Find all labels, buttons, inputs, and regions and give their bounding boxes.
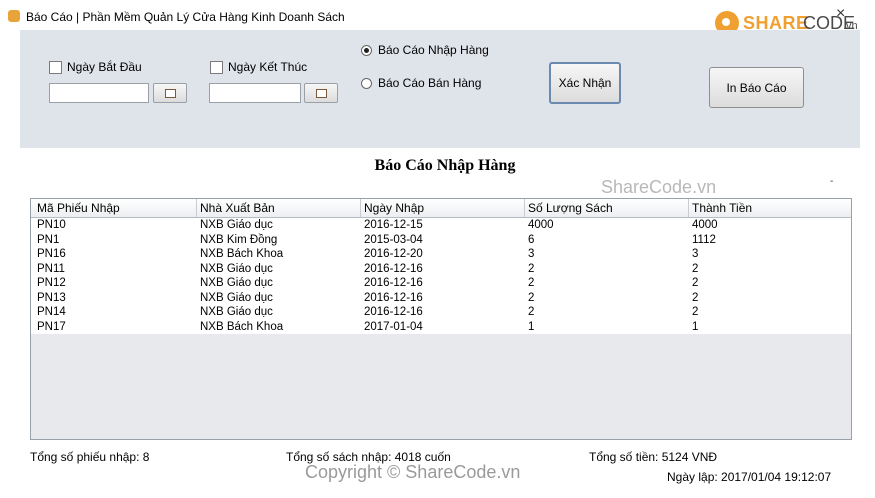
column-divider[interactable] [524, 199, 525, 217]
table-row[interactable]: PN14 NXB Giáo dục 2016-12-16 2 2 [31, 305, 851, 320]
cell-receipt-id: PN10 [37, 219, 66, 231]
close-icon[interactable]: × [836, 5, 845, 23]
radio-sales-report[interactable]: Báo Cáo Bán Hàng [361, 76, 481, 90]
cell-quantity: 2 [528, 306, 535, 318]
cell-amount: 2 [692, 306, 699, 318]
column-header[interactable]: Ngày Nhập [364, 201, 424, 215]
end-date-checkbox-box[interactable] [210, 60, 223, 74]
print-report-button[interactable]: In Báo Cáo [709, 67, 804, 108]
cell-quantity: 2 [528, 262, 535, 275]
radio-import-report[interactable]: Báo Cáo Nhập Hàng [361, 43, 489, 57]
end-date-label: Ngày Kết Thúc [228, 60, 308, 74]
calendar-icon [315, 88, 327, 98]
cell-amount: 1 [692, 320, 699, 333]
column-header[interactable]: Nhà Xuất Bản [200, 201, 275, 215]
cell-date: 2016-12-16 [364, 306, 423, 318]
start-date-calendar-button[interactable] [153, 83, 187, 103]
column-header[interactable]: Số Lượng Sách [528, 201, 613, 215]
cell-date: 2016-12-16 [364, 262, 423, 275]
cell-quantity: 2 [528, 291, 535, 304]
cell-publisher: NXB Giáo dục [200, 306, 273, 318]
column-header[interactable]: Thành Tiền [692, 201, 752, 215]
filter-panel: Ngày Bắt Đầu Ngày Kết Thúc Báo Cáo Nhập … [20, 30, 860, 148]
radio-sales-label: Báo Cáo Bán Hàng [378, 76, 482, 90]
table-row[interactable]: PN10 NXB Giáo dục 2016-12-15 4000 4000 [31, 218, 851, 233]
cell-publisher: NXB Giáo dục [200, 219, 273, 231]
table-row[interactable]: PN12 NXB Giáo dục 2016-12-16 2 2 [31, 276, 851, 291]
cell-amount: 2 [692, 262, 699, 275]
cell-publisher: NXB Bách Khoa [200, 320, 284, 333]
report-table[interactable]: Mã Phiếu Nhập Nhà Xuất Bản Ngày Nhập Số … [30, 198, 852, 440]
cell-amount: 3 [692, 248, 699, 260]
created-date-label: Ngày lập: 2017/01/04 19:12:07 [667, 470, 832, 484]
cell-date: 2016-12-16 [364, 277, 423, 289]
table-row[interactable]: PN17 NXB Bách Khoa 2017-01-04 1 1 [31, 320, 851, 335]
table-row[interactable]: PN1 NXB Kim Đồng 2015-03-04 6 1112 [31, 233, 851, 248]
cell-receipt-id: PN12 [37, 277, 66, 289]
start-date-checkbox[interactable]: Ngày Bắt Đầu [49, 60, 142, 74]
app-icon [8, 10, 20, 22]
confirm-button[interactable]: Xác Nhận [549, 62, 621, 104]
cell-amount: 4000 [692, 219, 718, 231]
report-dash: - [830, 176, 834, 187]
cell-date: 2016-12-16 [364, 291, 423, 304]
cell-receipt-id: PN13 [37, 291, 66, 304]
column-divider[interactable] [688, 199, 689, 217]
column-divider[interactable] [360, 199, 361, 217]
cell-quantity: 4000 [528, 219, 554, 231]
cell-amount: 1112 [692, 233, 716, 246]
cell-publisher: NXB Giáo dục [200, 277, 273, 289]
copyright-watermark: Copyright © ShareCode.vn [305, 462, 521, 482]
title-bar: Báo Cáo | Phần Mềm Quản Lý Cửa Hàng Kinh… [0, 0, 875, 35]
table-row[interactable]: PN11 NXB Giáo dục 2016-12-16 2 2 [31, 262, 851, 277]
cell-receipt-id: PN16 [37, 248, 66, 260]
cell-publisher: NXB Giáo dục [200, 262, 273, 275]
cell-receipt-id: PN1 [37, 233, 60, 246]
cell-date: 2016-12-15 [364, 219, 423, 231]
end-date-input[interactable] [209, 83, 301, 103]
report-panel: Báo Cáo Nhập Hàng ShareCode.vn - Mã Phiế… [30, 150, 860, 440]
cell-publisher: NXB Kim Đồng [200, 233, 278, 246]
cell-quantity: 3 [528, 248, 535, 260]
cell-date: 2016-12-20 [364, 248, 423, 260]
cell-date: 2015-03-04 [364, 233, 423, 246]
start-date-checkbox-box[interactable] [49, 60, 62, 74]
cell-receipt-id: PN11 [37, 262, 65, 275]
cell-receipt-id: PN14 [37, 306, 66, 318]
table-header: Mã Phiếu Nhập Nhà Xuất Bản Ngày Nhập Số … [31, 199, 851, 218]
start-date-input[interactable] [49, 83, 149, 103]
total-money-label: Tổng số tiền: 5124 VNĐ [589, 450, 718, 464]
end-date-calendar-button[interactable] [304, 83, 338, 103]
end-date-checkbox[interactable]: Ngày Kết Thúc [210, 60, 307, 74]
table-body: PN10 NXB Giáo dục 2016-12-15 4000 4000 P… [31, 218, 851, 334]
table-row[interactable]: PN16 NXB Bách Khoa 2016-12-20 3 3 [31, 247, 851, 262]
radio-import-dot[interactable] [361, 44, 372, 56]
cell-publisher: NXB Giáo dục [200, 291, 273, 304]
radio-sales-dot[interactable] [361, 77, 372, 89]
cell-publisher: NXB Bách Khoa [200, 248, 284, 260]
cell-quantity: 1 [528, 320, 535, 333]
report-title: Báo Cáo Nhập Hàng [374, 157, 516, 174]
cell-amount: 2 [692, 291, 699, 304]
cell-date: 2017-01-04 [364, 320, 423, 333]
cell-amount: 2 [692, 277, 699, 289]
cell-quantity: 6 [528, 233, 535, 246]
window-title: Báo Cáo | Phần Mềm Quản Lý Cửa Hàng Kinh… [26, 10, 345, 24]
total-receipts-label: Tổng số phiếu nhập: 8 [30, 450, 150, 464]
table-row[interactable]: PN13 NXB Giáo dục 2016-12-16 2 2 [31, 291, 851, 306]
radio-import-label: Báo Cáo Nhập Hàng [378, 43, 489, 57]
cell-quantity: 2 [528, 277, 535, 289]
cell-receipt-id: PN17 [37, 320, 66, 333]
watermark-top: ShareCode.vn [601, 177, 717, 197]
start-date-label: Ngày Bắt Đầu [67, 60, 142, 74]
column-header[interactable]: Mã Phiếu Nhập [37, 201, 120, 215]
column-divider[interactable] [196, 199, 197, 217]
calendar-icon [164, 88, 176, 98]
